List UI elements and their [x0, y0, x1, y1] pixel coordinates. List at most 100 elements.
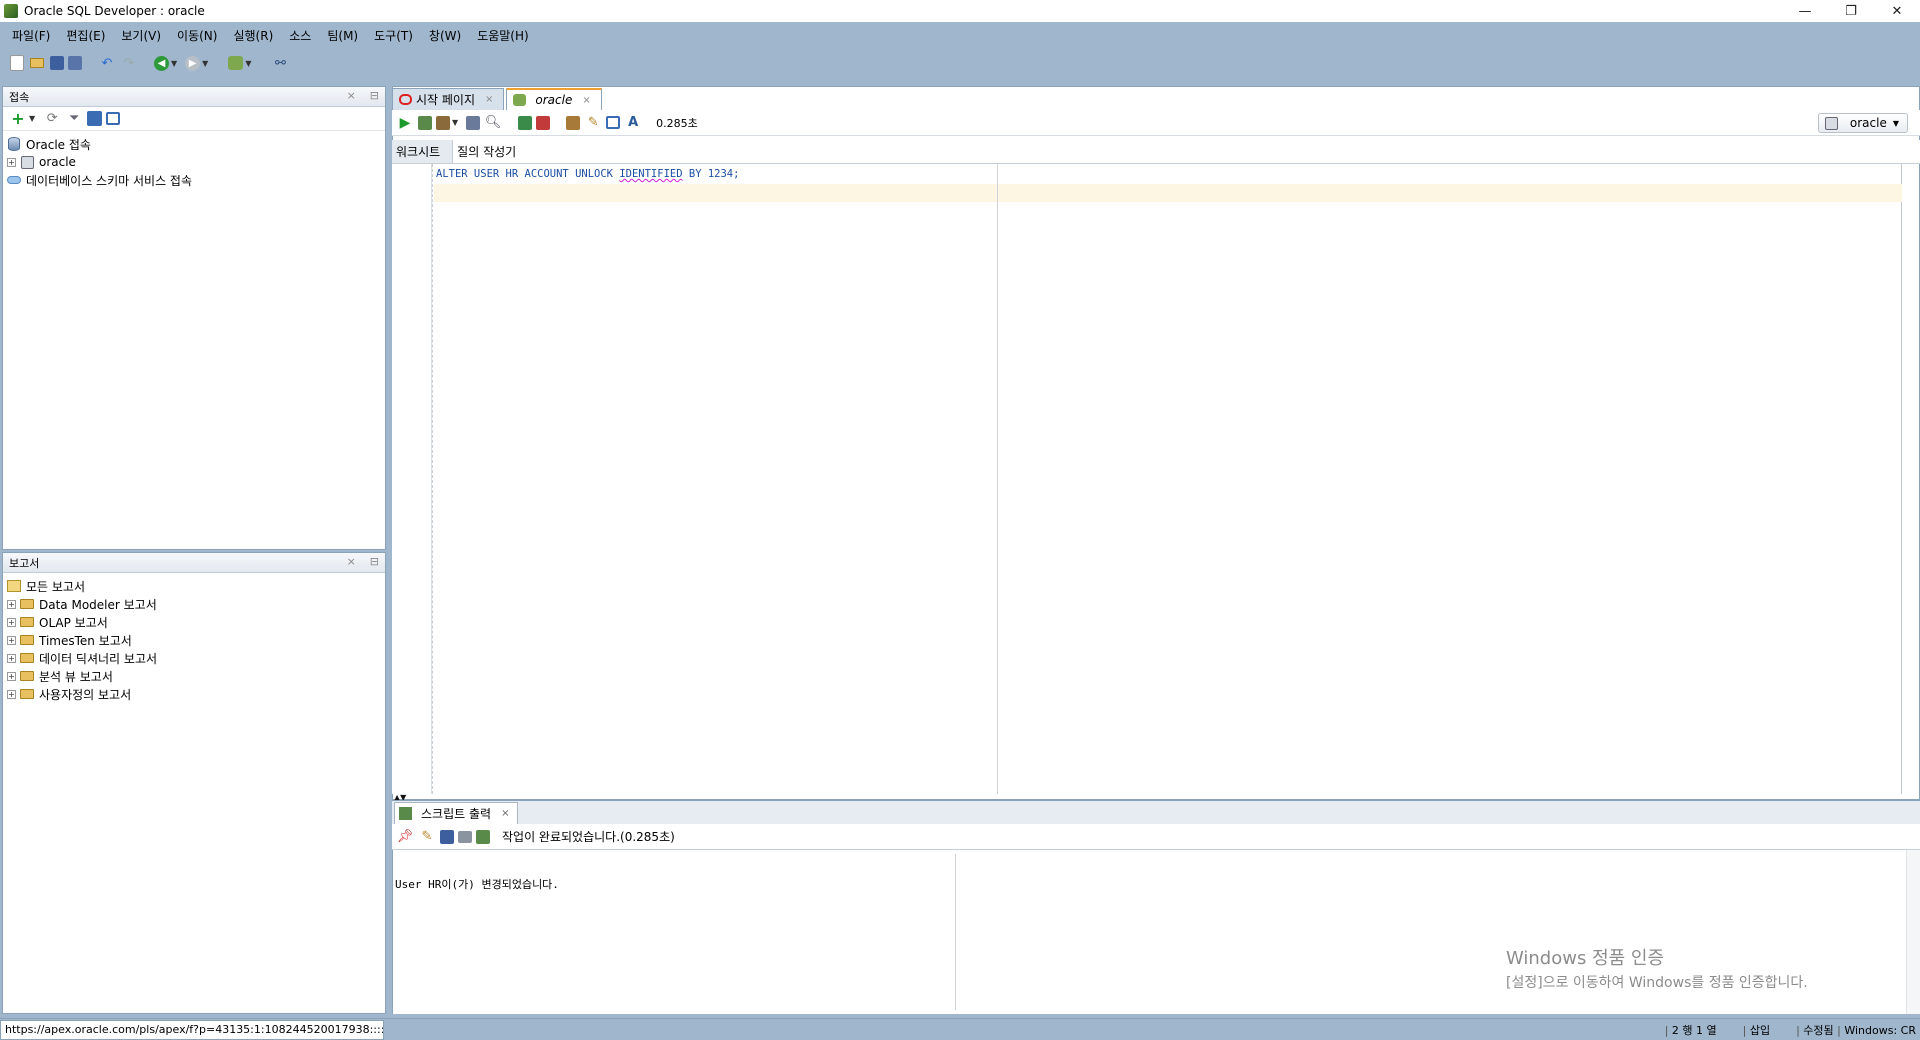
tab-start-page[interactable]: 시작 페이지 ×: [392, 88, 505, 110]
tab-close-icon[interactable]: ×: [485, 94, 493, 105]
connection-selector[interactable]: oracle ▼: [1817, 113, 1908, 133]
filter-icon[interactable]: ⏷: [65, 110, 83, 128]
tree-item-data-dictionary-reports[interactable]: + 데이터 딕셔너리 보고서: [7, 649, 381, 667]
insert-mode: 삽입: [1743, 1022, 1770, 1038]
menu-window[interactable]: 창(W): [421, 27, 469, 44]
tree-item-data-modeler-reports[interactable]: + Data Modeler 보고서: [7, 595, 381, 613]
print-icon[interactable]: [458, 830, 472, 843]
menu-help[interactable]: 도움말(H): [469, 27, 537, 44]
editor-scrollbar[interactable]: [1902, 164, 1916, 794]
unshared-sql-icon[interactable]: [566, 115, 581, 130]
menu-view[interactable]: 보기(V): [113, 27, 169, 44]
tree-item-timesten-reports[interactable]: + TimesTen 보고서: [7, 631, 381, 649]
redo-icon[interactable]: ↷: [120, 54, 138, 72]
menu-tools[interactable]: 도구(T): [366, 27, 421, 44]
save-all-icon[interactable]: [68, 56, 82, 70]
connections-toolbar: + ▼ ⟳ ⏷: [3, 107, 385, 131]
add-connection-dropdown-icon[interactable]: ▼: [29, 114, 35, 123]
search-icon[interactable]: 🔍︎: [484, 114, 502, 132]
database-icon: [7, 137, 21, 151]
folder-icon: [20, 633, 34, 647]
open-folder-icon[interactable]: [28, 54, 46, 72]
tree-item-all-reports[interactable]: 모든 보고서: [7, 577, 381, 595]
save-icon[interactable]: [50, 56, 64, 70]
status-url: https://apex.oracle.com/pls/apex/f?p=431…: [0, 1019, 384, 1040]
schema-browser-icon[interactable]: [87, 111, 103, 126]
menu-file[interactable]: 파일(F): [4, 27, 58, 44]
forward-icon[interactable]: ▶: [185, 55, 201, 71]
folder-icon: [20, 669, 34, 683]
back-icon[interactable]: ◀: [154, 55, 169, 71]
clear-output-icon[interactable]: ✎: [418, 828, 436, 846]
connections-panel-title: 접속: [9, 90, 30, 104]
menu-edit[interactable]: 편집(E): [58, 27, 113, 44]
reports-tree: 모든 보고서 + Data Modeler 보고서 + OLAP 보고서 + T…: [3, 573, 385, 707]
reports-panel-title: 보고서: [9, 556, 40, 570]
tab-oracle-worksheet[interactable]: oracle ×: [506, 88, 602, 110]
autotrace-dropdown-icon[interactable]: ▼: [452, 118, 458, 127]
forward-dropdown-icon[interactable]: ▼: [202, 59, 208, 68]
refresh-icon[interactable]: ⟳: [43, 110, 61, 128]
chevron-down-icon: ▼: [1892, 118, 1899, 128]
output-scrollbar[interactable]: [1906, 850, 1920, 1014]
tab-close-icon[interactable]: ×: [582, 95, 590, 106]
sql-history-icon[interactable]: [606, 116, 621, 129]
add-connection-icon[interactable]: +: [9, 109, 27, 128]
close-button[interactable]: ✕: [1874, 0, 1920, 22]
minimize-button[interactable]: —: [1782, 0, 1828, 22]
rollback-icon[interactable]: [536, 115, 551, 130]
expand-icon[interactable]: +: [7, 689, 16, 699]
tab-worksheet[interactable]: 워크시트: [392, 140, 454, 163]
connections-tree: Oracle 접속 + oracle 데이터베이스 스키마 서비스 접속: [3, 131, 385, 193]
sql-worksheet-icon[interactable]: [228, 56, 244, 70]
tree-item-user-defined-reports[interactable]: + 사용자정의 보고서: [7, 685, 381, 703]
expand-icon[interactable]: +: [7, 617, 16, 627]
new-file-icon[interactable]: [10, 55, 24, 71]
pin-icon[interactable]: 📌︎: [396, 828, 414, 846]
commit-icon[interactable]: [518, 115, 533, 130]
restore-button[interactable]: ❐: [1828, 0, 1874, 22]
clear-icon[interactable]: ✎: [584, 114, 602, 132]
expand-icon[interactable]: +: [7, 653, 16, 663]
expand-icon[interactable]: +: [7, 599, 16, 609]
export-icon[interactable]: [476, 829, 490, 844]
manage-connections-icon[interactable]: [106, 112, 121, 125]
folder-icon: [20, 615, 34, 629]
menu-navigate[interactable]: 이동(N): [169, 27, 225, 44]
tab-close-icon[interactable]: ×: [501, 808, 509, 819]
save-icon[interactable]: [440, 829, 454, 844]
connections-panel-header: 접속 × ⊟: [3, 87, 385, 107]
run-statement-icon[interactable]: ▶: [396, 114, 414, 132]
tab-script-output[interactable]: 스크립트 출력 ×: [394, 802, 519, 824]
format-icon[interactable]: A: [624, 114, 642, 132]
binoculars-icon[interactable]: ⚯: [271, 54, 289, 72]
tree-item-analytic-view-reports[interactable]: + 분석 뷰 보고서: [7, 667, 381, 685]
back-dropdown-icon[interactable]: ▼: [171, 59, 177, 68]
code-line-1[interactable]: ALTER USER HR ACCOUNT UNLOCK IDENTIFIED …: [436, 168, 739, 180]
tree-item-olap-reports[interactable]: + OLAP 보고서: [7, 613, 381, 631]
menu-source[interactable]: 소스: [281, 27, 319, 44]
tree-item-oracle-connections[interactable]: Oracle 접속: [7, 135, 381, 153]
tree-item-oracle[interactable]: + oracle: [7, 153, 381, 171]
panel-minimize-icon[interactable]: ⊟: [370, 89, 379, 102]
output-toolbar: 📌︎ ✎ 작업이 완료되었습니다.(0.285초): [392, 824, 1920, 850]
sql-editor[interactable]: ALTER USER HR ACCOUNT UNLOCK IDENTIFIED …: [392, 164, 1913, 794]
expand-icon[interactable]: +: [7, 671, 16, 681]
explain-plan-icon[interactable]: [466, 115, 481, 130]
execution-time: 0.285초: [656, 116, 698, 130]
panel-close-icon[interactable]: ×: [347, 555, 356, 568]
run-script-icon[interactable]: [418, 115, 432, 130]
undo-icon[interactable]: ↶: [98, 54, 116, 72]
panel-close-icon[interactable]: ×: [347, 89, 356, 102]
autotrace-icon[interactable]: [436, 115, 450, 130]
tree-item-schema-service[interactable]: 데이터베이스 스키마 서비스 접속: [7, 171, 381, 189]
panel-minimize-icon[interactable]: ⊟: [370, 555, 379, 568]
sql-worksheet-dropdown-icon[interactable]: ▼: [245, 59, 251, 68]
output-text: User HR이(가) 변경되었습니다.: [395, 878, 559, 891]
menu-run[interactable]: 실행(R): [225, 27, 281, 44]
menu-team[interactable]: 팀(M): [319, 27, 366, 44]
tab-query-builder[interactable]: 질의 작성기: [453, 140, 528, 163]
connection-icon: [20, 155, 34, 169]
expand-icon[interactable]: +: [7, 157, 16, 167]
expand-icon[interactable]: +: [7, 635, 16, 645]
